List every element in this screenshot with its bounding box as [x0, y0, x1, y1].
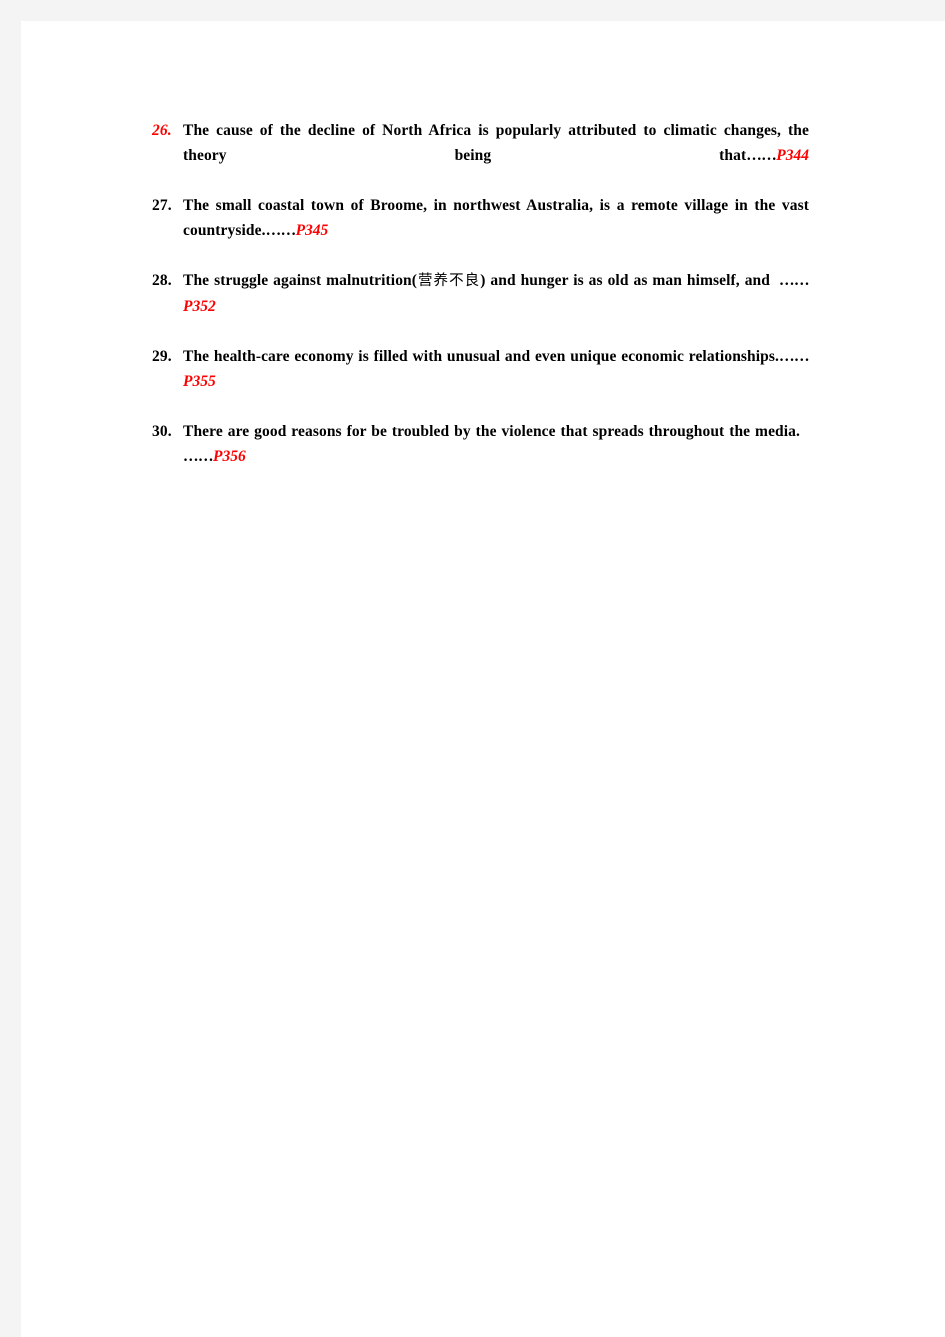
question-body: The health-care economy is filled with u… — [183, 344, 810, 419]
question-body: The struggle against malnutrition(营养不良) … — [183, 268, 810, 344]
question-text: The cause of the decline of North Africa… — [183, 122, 809, 164]
question-text-before-gloss: The struggle against malnutrition( — [183, 272, 418, 289]
page-reference: P345 — [295, 222, 329, 239]
list-item: 29. The health-care economy is filled wi… — [152, 344, 810, 419]
list-item: 27. The small coastal town of Broome, in… — [152, 193, 809, 268]
dot-leader: …… — [746, 147, 777, 164]
dot-leader: …… — [779, 272, 810, 289]
list-item: 30. There are good reasons for be troubl… — [152, 419, 809, 494]
question-text: The health-care economy is filled with u… — [183, 348, 779, 365]
page-reference: P352 — [183, 298, 216, 315]
question-number: 26. — [152, 122, 172, 139]
question-text-after-gloss: ) and hunger is as old as man himself, a… — [480, 272, 771, 289]
page-reference: P356 — [213, 448, 246, 465]
document-page: 26. The cause of the decline of North Af… — [21, 21, 945, 1337]
list-item: 28. The struggle against malnutrition(营养… — [152, 268, 810, 344]
question-body: There are good reasons for be troubled b… — [183, 419, 809, 494]
page-reference: P344 — [776, 147, 809, 164]
question-number: 29. — [152, 348, 172, 365]
dot-leader: …… — [779, 348, 810, 365]
dot-leader: …… — [183, 448, 214, 465]
question-text: There are good reasons for be troubled b… — [183, 423, 800, 440]
question-number: 28. — [152, 272, 172, 289]
dot-leader: …… — [265, 222, 297, 239]
question-list: 26. The cause of the decline of North Af… — [152, 118, 810, 494]
page-reference: P355 — [183, 373, 216, 390]
list-item: 26. The cause of the decline of North Af… — [152, 118, 809, 193]
chinese-gloss: 营养不良 — [417, 273, 481, 289]
question-number: 27. — [152, 197, 172, 214]
question-body: The small coastal town of Broome, in nor… — [183, 193, 809, 268]
question-body: The cause of the decline of North Africa… — [183, 118, 809, 193]
question-number: 30. — [152, 423, 172, 440]
